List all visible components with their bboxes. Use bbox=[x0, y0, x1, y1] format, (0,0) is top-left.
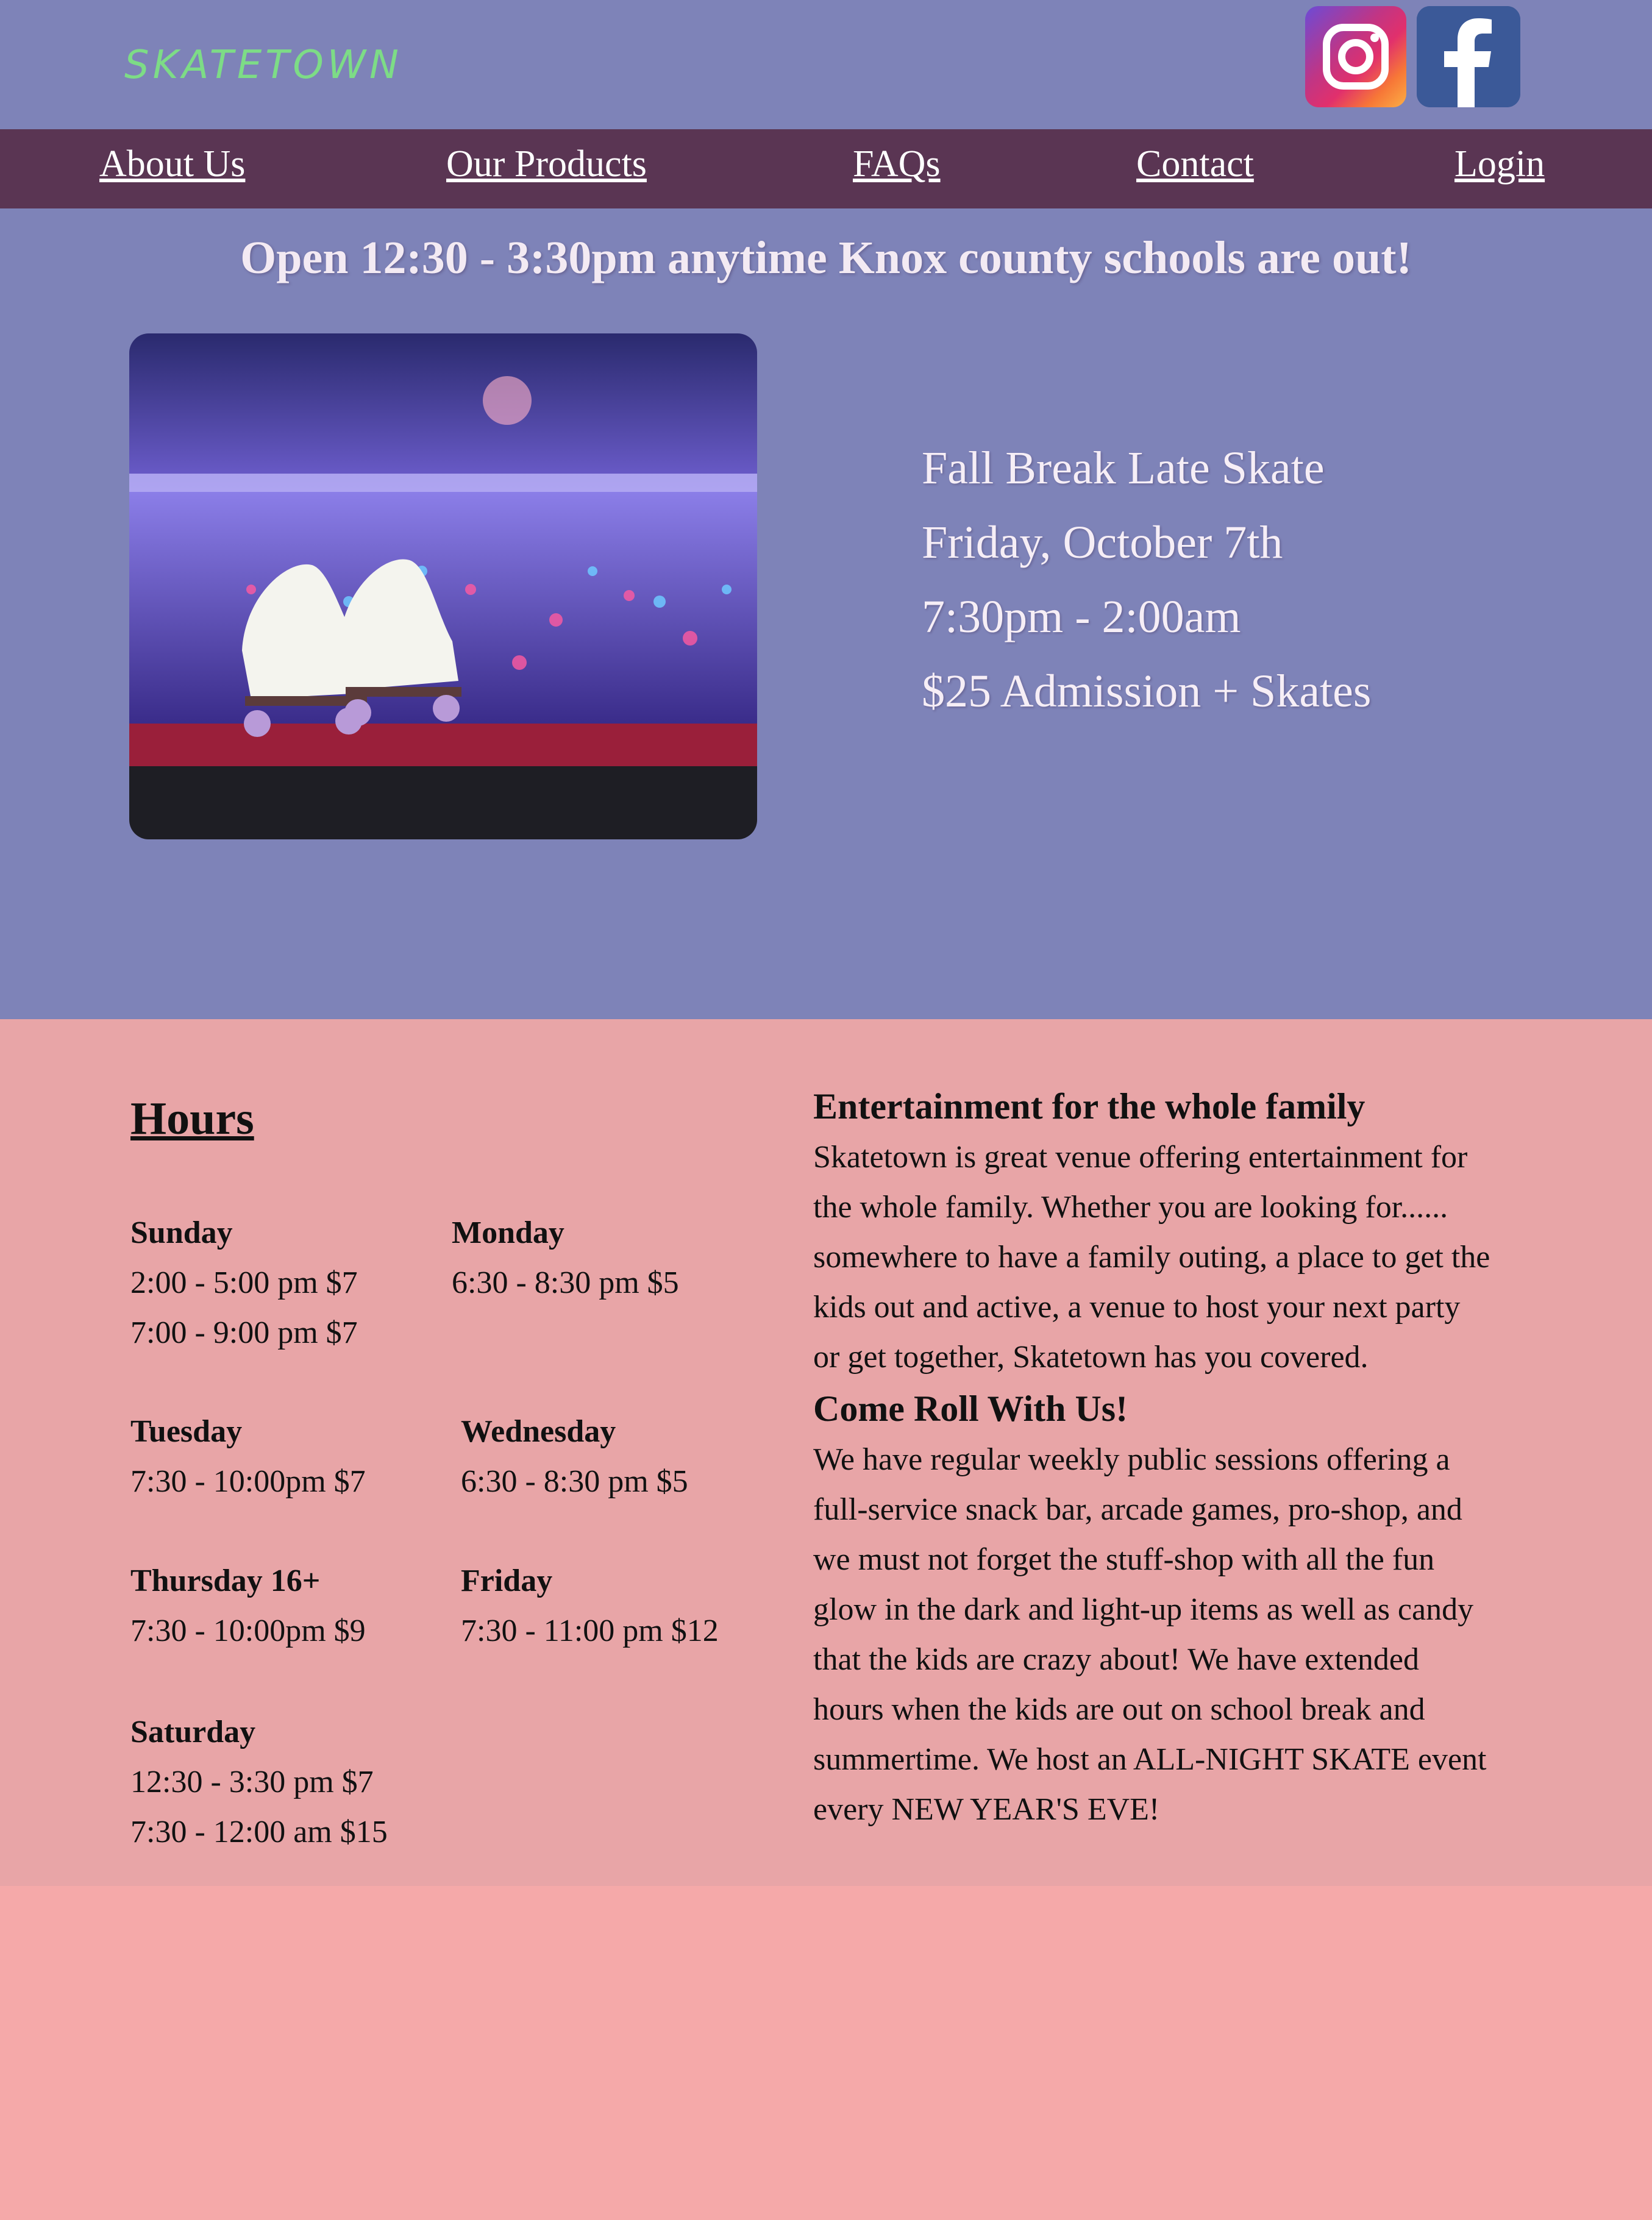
hours-day-monday: Monday 6:30 - 8:30 pm $5 bbox=[452, 1208, 679, 1308]
day-session: 12:30 - 3:30 pm $7 bbox=[130, 1765, 374, 1799]
hours-day-wednesday: Wednesday 6:30 - 8:30 pm $5 bbox=[461, 1407, 688, 1507]
about-column: Entertainment for the whole family Skate… bbox=[813, 1080, 1533, 1835]
about-paragraph-line: that the kids are crazy about! We have e… bbox=[813, 1642, 1419, 1677]
day-session: 7:30 - 11:00 pm $12 bbox=[461, 1613, 719, 1648]
site-header: SKATETOWN bbox=[0, 0, 1652, 129]
nav-contact[interactable]: Contact bbox=[1136, 143, 1254, 186]
day-session: 6:30 - 8:30 pm $5 bbox=[461, 1464, 688, 1499]
day-session: 7:30 - 10:00pm $9 bbox=[130, 1613, 366, 1648]
about-paragraph-line: every NEW YEAR'S EVE! bbox=[813, 1792, 1160, 1827]
day-name: Sunday bbox=[130, 1215, 233, 1250]
event-date: Friday, October 7th bbox=[922, 517, 1283, 568]
day-session: 2:00 - 5:00 pm $7 bbox=[130, 1265, 358, 1300]
nav-about-us[interactable]: About Us bbox=[99, 143, 245, 186]
about-heading-family: Entertainment for the whole family bbox=[813, 1086, 1365, 1126]
day-session: 7:30 - 12:00 am $15 bbox=[130, 1815, 388, 1849]
event-time: 7:30pm - 2:00am bbox=[922, 591, 1241, 642]
nav-faqs[interactable]: FAQs bbox=[853, 143, 941, 186]
page: SKATETOWN About Us Our Products FAQs Con… bbox=[0, 0, 1652, 2220]
main-nav: About Us Our Products FAQs Contact Login bbox=[0, 129, 1652, 208]
hours-day-friday: Friday 7:30 - 11:00 pm $12 bbox=[461, 1556, 719, 1656]
about-paragraph-line: We have regular weekly public sessions o… bbox=[813, 1442, 1450, 1477]
facebook-icon[interactable] bbox=[1417, 6, 1520, 107]
day-name: Saturday bbox=[130, 1715, 256, 1749]
day-session: 7:00 - 9:00 pm $7 bbox=[130, 1315, 358, 1350]
day-name: Wednesday bbox=[461, 1414, 616, 1449]
about-paragraph-line: somewhere to have a family outing, a pla… bbox=[813, 1240, 1490, 1275]
hours-day-sunday: Sunday 2:00 - 5:00 pm $7 7:00 - 9:00 pm … bbox=[130, 1208, 358, 1358]
hero-section: Open 12:30 - 3:30pm anytime Knox county … bbox=[0, 208, 1652, 1019]
instagram-icon[interactable] bbox=[1305, 6, 1406, 107]
nav-login[interactable]: Login bbox=[1454, 143, 1545, 186]
event-details: Fall Break Late Skate Friday, October 7t… bbox=[922, 431, 1371, 728]
about-paragraph-line: we must not forget the stuff-shop with a… bbox=[813, 1542, 1435, 1577]
event-title: Fall Break Late Skate bbox=[922, 443, 1325, 494]
event-price: $25 Admission + Skates bbox=[922, 666, 1372, 717]
about-paragraph-line: full-service snack bar, arcade games, pr… bbox=[813, 1492, 1462, 1527]
day-session: 6:30 - 8:30 pm $5 bbox=[452, 1265, 679, 1300]
about-paragraph-line: the whole family. Whether you are lookin… bbox=[813, 1190, 1448, 1225]
hours-banner: Open 12:30 - 3:30pm anytime Knox county … bbox=[240, 232, 1412, 283]
roller-skates-photo bbox=[129, 333, 757, 839]
about-paragraph-line: kids out and active, a venue to host you… bbox=[813, 1290, 1461, 1325]
day-name: Friday bbox=[461, 1564, 553, 1598]
hours-heading: Hours bbox=[130, 1093, 254, 1144]
info-section: Hours Sunday 2:00 - 5:00 pm $7 7:00 - 9:… bbox=[0, 1019, 1652, 1886]
hours-day-thursday: Thursday 16+ 7:30 - 10:00pm $9 bbox=[130, 1556, 366, 1656]
day-name: Thursday 16+ bbox=[130, 1564, 321, 1598]
hours-day-saturday: Saturday 12:30 - 3:30 pm $7 7:30 - 12:00… bbox=[130, 1707, 388, 1857]
nav-our-products[interactable]: Our Products bbox=[446, 143, 647, 186]
about-paragraph-line: or get together, Skatetown has you cover… bbox=[813, 1340, 1369, 1375]
about-paragraph-line: summertime. We host an ALL-NIGHT SKATE e… bbox=[813, 1742, 1487, 1777]
about-heading-roll: Come Roll With Us! bbox=[813, 1389, 1128, 1429]
site-logo[interactable]: SKATETOWN bbox=[124, 43, 402, 88]
day-session: 7:30 - 10:00pm $7 bbox=[130, 1464, 366, 1499]
about-paragraph-line: glow in the dark and light-up items as w… bbox=[813, 1592, 1474, 1627]
about-paragraph-line: Skatetown is great venue offering entert… bbox=[813, 1140, 1468, 1175]
hours-day-tuesday: Tuesday 7:30 - 10:00pm $7 bbox=[130, 1407, 366, 1507]
day-name: Monday bbox=[452, 1215, 564, 1250]
day-name: Tuesday bbox=[130, 1414, 243, 1449]
about-paragraph-line: hours when the kids are out on school br… bbox=[813, 1692, 1425, 1727]
